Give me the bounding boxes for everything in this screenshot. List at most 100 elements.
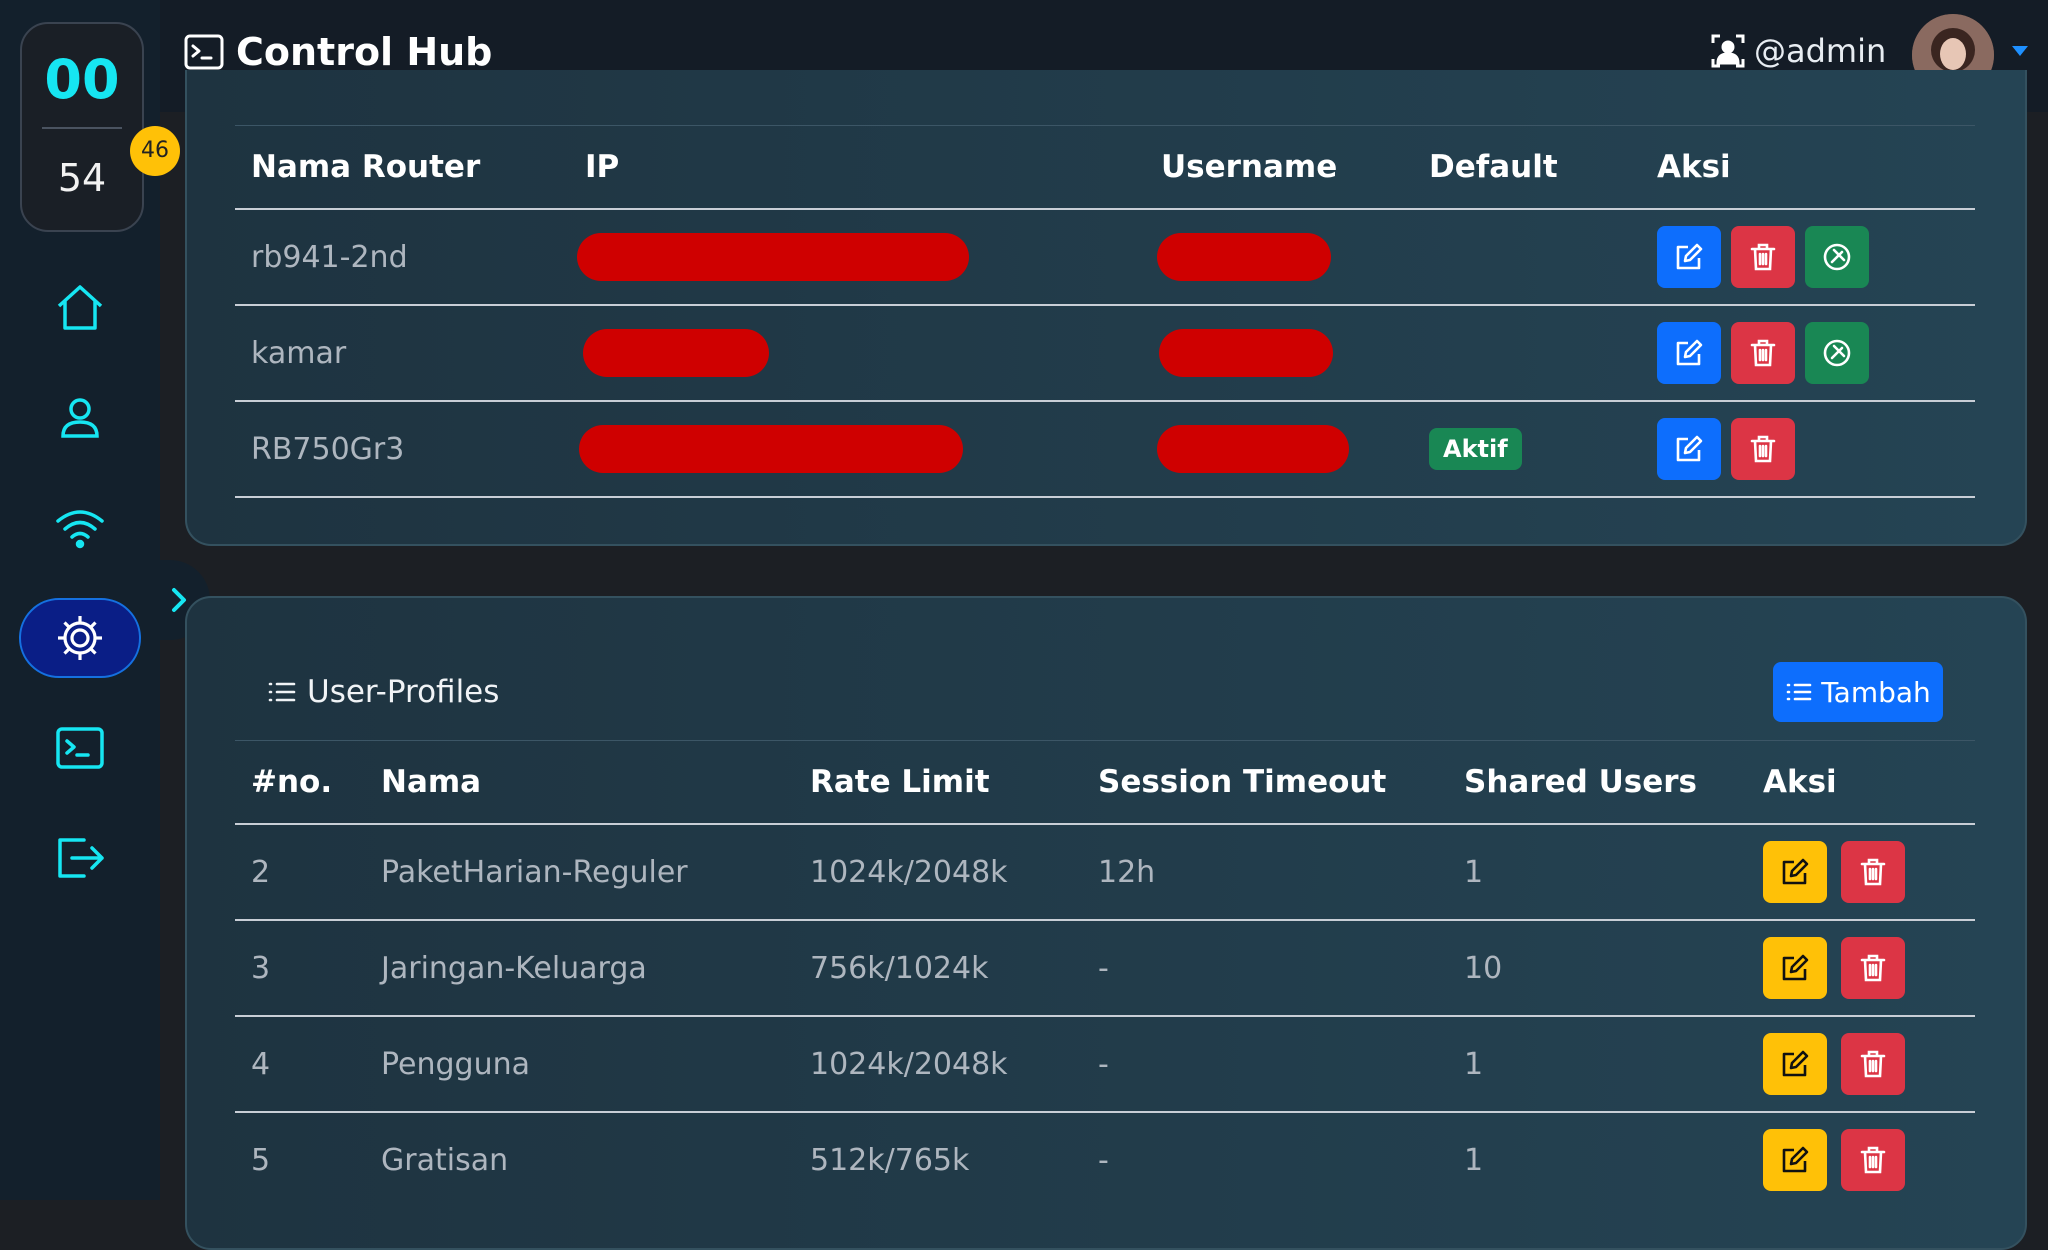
delete-button[interactable] <box>1841 1033 1905 1095</box>
router-actions <box>1641 209 1975 306</box>
col-nama: Nama <box>365 740 794 825</box>
edit-button[interactable] <box>1763 1033 1827 1095</box>
nav-terminal[interactable] <box>0 708 160 788</box>
table-row: kamar <box>235 305 1975 402</box>
terminal-icon <box>184 34 224 70</box>
profile-no: 3 <box>235 920 365 1017</box>
brand: Control Hub <box>184 30 492 74</box>
profile-name: PaketHarian-Reguler <box>365 824 794 921</box>
connect-button[interactable] <box>1805 322 1869 384</box>
profile-rate: 756k/1024k <box>794 920 1082 1017</box>
router-actions <box>1641 401 1975 498</box>
plug-icon <box>1823 339 1851 367</box>
caret-down-icon <box>2012 46 2028 56</box>
profile-no: 5 <box>251 1142 271 1178</box>
col-nama-router: Nama Router <box>235 125 569 210</box>
router-default <box>1413 305 1641 402</box>
profiles-table-header: #no. Nama Rate Limit Session Timeout Sha… <box>235 740 1975 825</box>
router-actions <box>1641 305 1975 402</box>
plug-icon <box>1823 243 1851 271</box>
col-aksi: Aksi <box>1747 740 1975 825</box>
profile-timeout: - <box>1082 920 1448 1017</box>
profile-timeout: 12h <box>1082 824 1448 921</box>
home-icon <box>57 285 103 330</box>
user-profiles-card: User-Profiles Tambah #no. Nama Rate Limi… <box>185 596 2027 1250</box>
table-row: 2 PaketHarian-Reguler 1024k/2048k 12h 1 <box>235 824 1975 921</box>
redaction-mark <box>579 425 963 473</box>
nav-users[interactable] <box>0 378 160 458</box>
table-row: rb941-2nd <box>235 209 1975 306</box>
profile-rate: 1024k/2048k <box>794 824 1082 921</box>
edit-button[interactable] <box>1763 841 1827 903</box>
col-ip: IP <box>569 125 1145 210</box>
redaction-mark <box>1157 233 1331 281</box>
user-menu[interactable]: @admin <box>1710 32 1886 70</box>
trash-icon <box>1860 858 1886 886</box>
router-username <box>1145 209 1413 306</box>
col-session-timeout: Session Timeout <box>1082 740 1448 825</box>
delete-button[interactable] <box>1841 841 1905 903</box>
delete-button[interactable] <box>1731 322 1795 384</box>
nav-home[interactable] <box>0 268 160 348</box>
nav-logout[interactable] <box>0 818 160 898</box>
profile-timeout: - <box>1098 1142 1109 1178</box>
col-rate-limit: Rate Limit <box>794 740 1082 825</box>
user-icon <box>61 398 99 438</box>
edit-button[interactable] <box>1657 418 1721 480</box>
connect-button[interactable] <box>1805 226 1869 288</box>
terminal-icon <box>56 727 104 769</box>
table-row: 3 Jaringan-Keluarga 756k/1024k - 10 <box>235 920 1975 1017</box>
redaction-mark <box>1157 425 1349 473</box>
edit-button[interactable] <box>1657 322 1721 384</box>
profile-no: 4 <box>235 1016 365 1113</box>
profile-actions <box>1747 1112 1975 1207</box>
status-badge: Aktif <box>1429 428 1522 470</box>
nav-settings-pill <box>19 598 141 678</box>
section-title: User-Profiles <box>267 674 499 710</box>
profile-name: Jaringan-Keluarga <box>365 920 794 1017</box>
router-name: kamar <box>235 305 569 402</box>
nav-wifi[interactable] <box>0 488 160 568</box>
router-ip <box>569 401 1145 498</box>
username: @admin <box>1754 32 1887 70</box>
edit-button[interactable] <box>1763 937 1827 999</box>
delete-button[interactable] <box>1841 1129 1905 1191</box>
edit-icon <box>1782 954 1809 981</box>
edit-icon <box>1782 1146 1809 1173</box>
col-shared-users: Shared Users <box>1448 740 1747 825</box>
router-ip <box>569 305 1145 402</box>
profile-rate: 1024k/2048k <box>794 1016 1082 1113</box>
router-default <box>1413 209 1641 306</box>
list-icon <box>268 682 296 702</box>
settings-icon <box>58 616 102 660</box>
delete-button[interactable] <box>1731 418 1795 480</box>
user-dropdown-toggle[interactable] <box>2012 46 2028 56</box>
profile-name: Gratisan <box>381 1142 509 1178</box>
clock-seconds-badge: 46 <box>130 126 180 176</box>
wifi-icon <box>56 510 104 549</box>
edit-icon <box>1676 339 1703 366</box>
delete-button[interactable] <box>1731 226 1795 288</box>
add-profile-button[interactable]: Tambah <box>1773 662 1943 722</box>
list-icon <box>1786 683 1812 701</box>
sidebar: 00 54 46 <box>0 0 180 1200</box>
profiles-table: #no. Nama Rate Limit Session Timeout Sha… <box>235 740 1975 1207</box>
router-table: Nama Router IP Username Default Aksi rb9… <box>235 125 1975 498</box>
edit-icon <box>1676 243 1703 270</box>
edit-button[interactable] <box>1763 1129 1827 1191</box>
app-title: Control Hub <box>236 30 493 74</box>
edit-button[interactable] <box>1657 226 1721 288</box>
redaction-mark <box>583 329 769 377</box>
profile-actions <box>1747 1016 1975 1113</box>
edit-icon <box>1782 1050 1809 1077</box>
nav-settings[interactable] <box>0 598 160 678</box>
table-row: 5 Gratisan 512k/765k - 1 <box>235 1112 1975 1207</box>
delete-button[interactable] <box>1841 937 1905 999</box>
trash-icon <box>1750 339 1776 367</box>
router-default: Aktif <box>1413 401 1641 498</box>
profile-shared: 1 <box>1464 1142 1484 1178</box>
table-row: 4 Pengguna 1024k/2048k - 1 <box>235 1016 1975 1113</box>
profile-name: Pengguna <box>365 1016 794 1113</box>
profile-timeout: - <box>1082 1016 1448 1113</box>
table-row: RB750Gr3 Aktif <box>235 401 1975 498</box>
